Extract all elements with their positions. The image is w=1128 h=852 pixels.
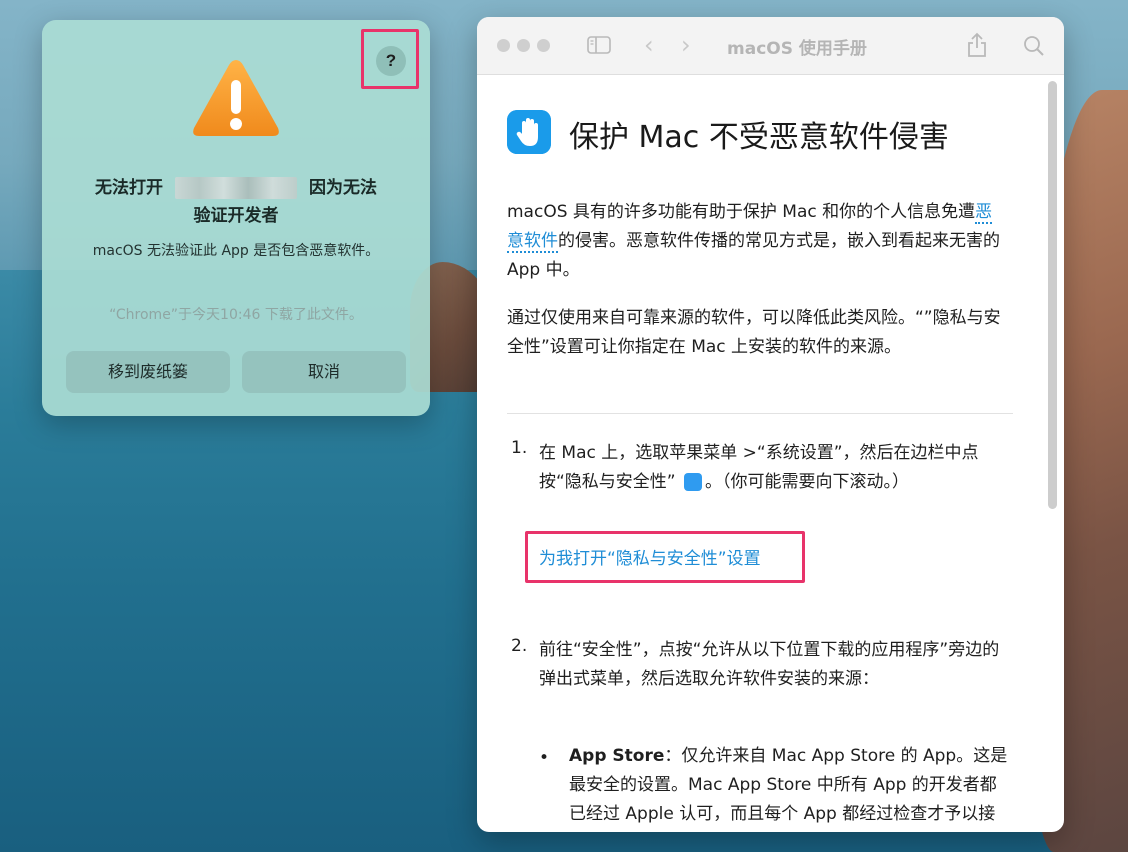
step-2-number: 2.	[511, 636, 528, 656]
help-button[interactable]: ?	[376, 46, 406, 76]
back-chevron-icon[interactable]: ‹	[644, 31, 654, 59]
app-store-label: App Store	[569, 746, 665, 766]
privacy-hand-icon	[684, 473, 703, 491]
step-2-text: 前往“安全性”，点按“允许从以下位置下载的应用程序”旁边的弹出式菜单，然后选取允…	[539, 640, 1000, 689]
app-store-option-text: App Store：仅允许来自 Mac App Store 的 App。这是最安…	[569, 742, 1009, 832]
alert-message: macOS 无法验证此 App 是否包含恶意软件。	[92, 243, 380, 259]
forward-chevron-icon[interactable]: ›	[681, 31, 691, 59]
help-article: 保护 Mac 不受恶意软件侵害 macOS 具有的许多功能有助于保护 Mac 和…	[477, 76, 1047, 832]
close-window-button[interactable]	[497, 39, 510, 52]
security-alert-dialog: ? 无法打开 因为无法 验证开发者 macOS 无法验证此 App 是否包含恶意软…	[42, 20, 430, 416]
second-paragraph: 通过仅使用来自可靠来源的软件，可以降低此类风险。“”隐私与安全性”设置可让你指定…	[507, 308, 1001, 357]
redacted-app-name	[175, 177, 297, 199]
bullet-mark: •	[539, 748, 550, 768]
download-note: “Chrome”于今天10:46 下载了此文件。	[109, 307, 363, 323]
zoom-window-button[interactable]	[537, 39, 550, 52]
window-title: macOS 使用手册	[727, 39, 867, 59]
cancel-button[interactable]: 取消	[242, 351, 406, 393]
hand-stop-icon	[507, 110, 551, 154]
article-title: 保护 Mac 不受恶意软件侵害	[569, 120, 949, 155]
open-privacy-settings-link[interactable]: 为我打开“隐私与安全性”设置	[539, 544, 761, 569]
step-1-text: 在 Mac 上，选取苹果菜单 >“系统设置”，然后在边栏中点按“隐私与安全性” …	[539, 438, 1009, 497]
minimize-window-button[interactable]	[517, 39, 530, 52]
warning-icon	[193, 60, 279, 136]
share-icon[interactable]	[966, 32, 988, 58]
intro-text-1: macOS 具有的许多功能有助于保护 Mac 和你的个人信息免遭	[507, 202, 976, 222]
step-1-part3: 。（你可能需要向下滚动。）	[705, 472, 910, 492]
step-1-number: 1.	[511, 438, 528, 458]
step-1-part1: 在 Mac 上，选取苹果菜单	[539, 443, 738, 463]
sidebar-toggle-icon[interactable]	[587, 36, 611, 54]
alert-title-part2: 因为无法	[309, 178, 377, 198]
window-toolbar: ‹ › macOS 使用手册	[477, 17, 1064, 75]
alert-title-part1: 无法打开	[95, 178, 163, 198]
vertical-scrollbar[interactable]	[1048, 81, 1057, 509]
search-icon[interactable]	[1023, 35, 1045, 57]
intro-paragraph: macOS 具有的许多功能有助于保护 Mac 和你的个人信息免遭恶意软件的侵害。…	[507, 198, 1007, 285]
help-viewer-window: ‹ › macOS 使用手册 保护 Mac 不受恶意软件侵害 macOS 具有的…	[477, 17, 1064, 832]
divider	[507, 413, 1013, 414]
alert-title-line2: 验证开发者	[193, 206, 279, 226]
alert-title: 无法打开 因为无法 验证开发者	[62, 174, 410, 230]
intro-text-2: 的侵害。恶意软件传播的常见方式是，嵌入到看起来无害的 App 中。	[507, 231, 1000, 280]
move-to-trash-button[interactable]: 移到废纸篓	[66, 351, 230, 393]
